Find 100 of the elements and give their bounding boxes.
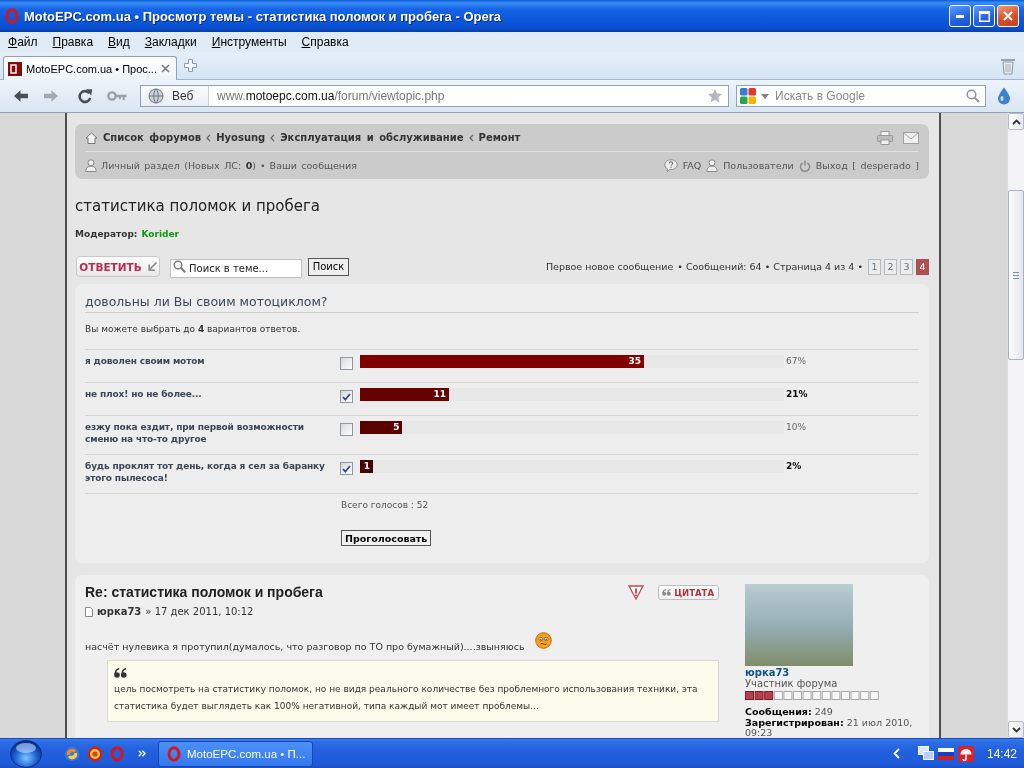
menu-item[interactable]: Вид xyxy=(108,35,130,49)
nav-link[interactable]: Выход [ desperado ] xyxy=(815,160,919,171)
help-bubble-icon xyxy=(663,159,678,172)
browser-tab[interactable]: MotoEPC.com.ua • Прос... xyxy=(3,56,177,80)
vote-checkbox[interactable] xyxy=(340,462,353,475)
breadcrumb-link[interactable]: Ремонт xyxy=(478,132,521,143)
quote-mark-icon xyxy=(114,668,127,678)
power-icon xyxy=(798,159,811,172)
plus-icon[interactable] xyxy=(184,59,197,72)
water-drop-icon[interactable] xyxy=(997,87,1011,105)
url-text: www.motoepc.com.ua/forum/viewtopic.php xyxy=(217,89,446,103)
topic-title: статистика поломок и пробега xyxy=(75,197,322,215)
printer-icon[interactable] xyxy=(877,130,893,145)
chevron-left-icon xyxy=(270,133,276,142)
minimize-icon xyxy=(956,14,964,18)
post-text: насчёт нулевика я протупил(думалось, что разговор по ТО про бумажный)....звыняюсь xyxy=(85,640,525,654)
start-button[interactable] xyxy=(10,739,42,768)
chevron-left-icon[interactable] xyxy=(892,748,900,759)
chevron-left-icon xyxy=(206,133,212,142)
key-icon[interactable] xyxy=(107,90,127,102)
chevron-left-icon xyxy=(468,133,474,142)
topic-search-field[interactable]: Поиск в теме... xyxy=(170,259,302,278)
profile-posts: Сообщения: 249 xyxy=(745,707,834,718)
search-icon xyxy=(173,260,186,273)
vote-checkbox[interactable] xyxy=(340,390,353,403)
user-icon xyxy=(85,159,97,172)
breadcrumb-link[interactable]: Список форумов xyxy=(103,132,202,143)
trash-icon[interactable] xyxy=(1000,56,1016,75)
engine-logo-icon[interactable] xyxy=(740,88,756,104)
maximize-button[interactable] xyxy=(973,5,995,27)
total-votes: Всего голосов : 52 xyxy=(341,499,429,511)
report-icon[interactable] xyxy=(628,585,645,600)
profile-username[interactable]: юрка73 xyxy=(745,667,919,678)
poll-question: довольны ли Вы своим мотоциклом? xyxy=(85,294,919,313)
document-icon xyxy=(85,606,93,617)
back-arrow-icon[interactable] xyxy=(13,89,29,103)
page-link[interactable]: 4 xyxy=(916,258,929,275)
checkmark-icon xyxy=(342,464,351,473)
menu-item[interactable]: Файл xyxy=(8,35,38,49)
home-icon[interactable] xyxy=(85,131,98,144)
address-field[interactable]: Веб www.motoepc.com.ua/forum/viewtopic.php xyxy=(140,85,729,107)
quote-button[interactable]: ЦИТАТА xyxy=(658,585,719,600)
globe-icon xyxy=(148,88,164,104)
breadcrumb-link[interactable]: Hyosung xyxy=(216,132,266,143)
first-unread-link[interactable]: Первое новое сообщение xyxy=(545,261,674,272)
vote-bar: 5 xyxy=(360,421,403,434)
nav-link[interactable]: Ваши сообщения xyxy=(269,160,357,171)
taskbar-window-button[interactable]: MotoEPC.com.ua • П... xyxy=(158,740,313,767)
menu-item[interactable]: Справка xyxy=(301,35,349,49)
flag-icon[interactable] xyxy=(937,747,954,760)
caret-icon[interactable] xyxy=(761,94,769,99)
swirl-icon[interactable] xyxy=(64,745,80,762)
nav-link[interactable]: Личный раздел (Новых ЛС: 0) xyxy=(101,160,256,171)
grip-icon xyxy=(1013,271,1019,279)
vote-button[interactable]: Проголосовать xyxy=(341,530,432,546)
search-button[interactable]: Поиск xyxy=(308,257,349,276)
scrollbar-thumb[interactable] xyxy=(1008,190,1024,360)
menu-item[interactable]: Инструменты xyxy=(211,35,287,49)
web-search-field[interactable]: Искать в Google xyxy=(736,85,986,107)
page-link[interactable]: 2 xyxy=(884,258,897,275)
umbrella-app-icon[interactable] xyxy=(957,745,974,762)
network-icon[interactable] xyxy=(917,746,934,761)
vote-checkbox[interactable] xyxy=(340,423,353,436)
nav-link[interactable]: Пользователи xyxy=(723,160,794,171)
reply-arrow-icon xyxy=(147,262,157,271)
checkmark-icon xyxy=(342,392,351,401)
breadcrumb-link[interactable]: Эксплуатация и обслуживание xyxy=(280,132,464,143)
tab-close-icon[interactable] xyxy=(161,64,170,73)
double-chevron-icon[interactable] xyxy=(138,750,146,757)
clock: 14:42 xyxy=(986,746,1017,761)
round-badge-icon[interactable] xyxy=(87,745,103,762)
nav-link[interactable]: FAQ xyxy=(682,160,702,171)
reply-button[interactable]: ОТВЕТИТЬ xyxy=(76,256,160,277)
vote-bar: 35 xyxy=(360,355,645,368)
window-title: MotoEPC.com.ua • Просмотр темы - статистика поломок и пробега - Opera xyxy=(24,8,502,24)
close-icon xyxy=(1003,11,1013,21)
ring-logo-icon xyxy=(167,745,181,762)
maximize-icon xyxy=(978,10,990,22)
minimize-button[interactable] xyxy=(949,5,971,27)
post-date: » 17 дек 2011, 10:12 xyxy=(145,605,254,618)
page-link[interactable]: 3 xyxy=(900,258,913,275)
opera-logo-icon xyxy=(5,8,19,24)
search-icon[interactable] xyxy=(966,89,980,103)
mail-icon[interactable] xyxy=(903,131,919,144)
web-mode-button[interactable]: Веб xyxy=(141,86,209,106)
menu-item[interactable]: Правка xyxy=(52,35,94,49)
reload-icon[interactable] xyxy=(77,88,93,104)
close-button[interactable] xyxy=(997,5,1019,27)
menu-item[interactable]: Закладки xyxy=(144,35,197,49)
poll-option-label: я доволен своим мотом xyxy=(85,355,206,368)
vote-checkbox[interactable] xyxy=(340,357,353,370)
star-icon[interactable] xyxy=(707,88,723,104)
poll-note: Вы можете выбрать до 4 вариантов ответов. xyxy=(85,323,302,335)
author-link[interactable]: юрка73 xyxy=(97,605,142,618)
page-link[interactable]: 1 xyxy=(868,258,881,275)
scroll-down-button[interactable] xyxy=(1008,721,1024,738)
rank-image-icon xyxy=(745,691,879,700)
post-title[interactable]: Re: статистика поломок и пробега xyxy=(85,584,323,600)
profile-rank: Участник форума xyxy=(745,678,839,690)
scroll-up-button[interactable] xyxy=(1008,113,1024,130)
